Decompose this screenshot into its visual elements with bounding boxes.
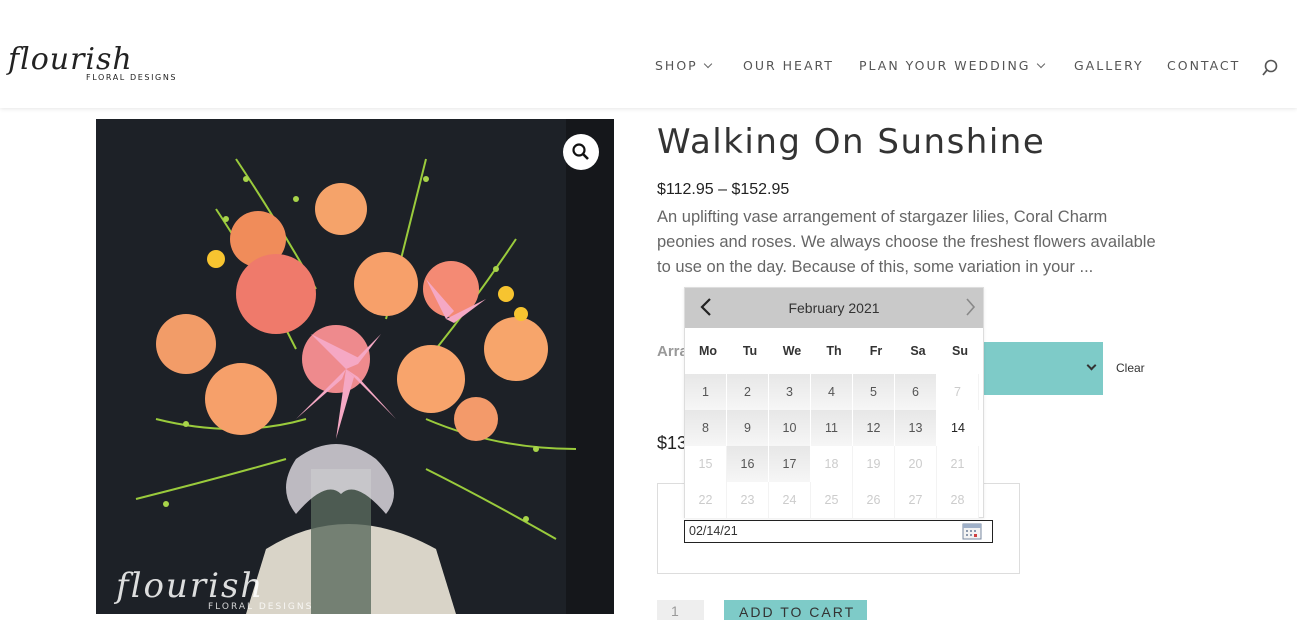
calendar-day: 19 [853, 446, 895, 482]
calendar-day: 27 [895, 482, 937, 518]
weekday-header: Mo [698, 344, 718, 358]
arrangement-select[interactable] [976, 342, 1103, 395]
calendar-day[interactable]: 12 [853, 410, 895, 446]
calendar-day[interactable]: 1 [685, 374, 727, 410]
datepicker: February 2021 Mo Tu We Th Fr Sa Su 1 2 3 4 5 6 7 8 9 10… [684, 287, 984, 518]
calendar-day[interactable]: 10 [769, 410, 811, 446]
calendar-day[interactable]: 11 [811, 410, 853, 446]
watermark-subtitle: FLORAL DESIGNS [208, 602, 314, 612]
weekday-header: Tu [742, 344, 758, 358]
delivery-date-input[interactable]: 02/14/21 [684, 520, 993, 543]
clear-link[interactable]: Clear [1116, 361, 1145, 375]
product-description: An uplifting vase arrangement of stargaz… [657, 208, 1156, 276]
main-nav: SHOP OUR HEART PLAN YOUR WEDDING GALLERY… [0, 58, 1297, 76]
chevron-down-icon [703, 59, 712, 69]
nav-item-label: GALLERY [1074, 58, 1144, 73]
calendar-day[interactable]: 6 [895, 374, 937, 410]
calendar-day[interactable]: 9 [727, 410, 769, 446]
nav-item-label: OUR HEART [743, 58, 834, 73]
product-title: Walking On Sunshine [657, 122, 1046, 162]
flower-arrangement-illustration [96, 119, 614, 614]
site-header: flourish FLORAL DESIGNS SHOP OUR HEART P… [0, 0, 1297, 108]
price-range: $112.95 – $152.95 [657, 181, 790, 198]
calendar-day: 26 [853, 482, 895, 518]
product-image[interactable]: flourish FLORAL DESIGNS [96, 119, 614, 614]
calendar-day: 28 [937, 482, 979, 518]
chevron-down-icon [1036, 59, 1045, 69]
nav-item-our-heart[interactable]: OUR HEART [743, 58, 834, 73]
calendar-day: 20 [895, 446, 937, 482]
calendar-day: 25 [811, 482, 853, 518]
chevron-down-icon [1086, 360, 1097, 371]
weekday-header: Fr [869, 344, 883, 358]
calendar-day: 15 [685, 446, 727, 482]
weekday-header: Th [826, 344, 842, 358]
image-watermark: flourish FLORAL DESIGNS [116, 566, 336, 614]
weekday-header: Sa [910, 344, 926, 358]
nav-item-shop[interactable]: SHOP [655, 58, 712, 73]
chevron-left-icon [700, 298, 711, 316]
weekday-header: Su [952, 344, 968, 358]
nav-item-label: CONTACT [1167, 58, 1241, 73]
calendar-day: 22 [685, 482, 727, 518]
calendar-day: 21 [937, 446, 979, 482]
calendar-day[interactable]: 8 [685, 410, 727, 446]
watermark-script: flourish [116, 566, 265, 606]
search-icon[interactable] [1262, 59, 1278, 77]
quantity-input[interactable]: 1 [657, 600, 704, 620]
calendar-day[interactable]: 2 [727, 374, 769, 410]
nav-item-label: SHOP [655, 58, 698, 73]
calendar-day[interactable]: 16 [727, 446, 769, 482]
calendar-day[interactable]: 3 [769, 374, 811, 410]
calendar-day[interactable]: 5 [853, 374, 895, 410]
nav-item-gallery[interactable]: GALLERY [1074, 58, 1144, 73]
calendar-day[interactable]: 17 [769, 446, 811, 482]
calendar-day: 7 [937, 374, 979, 410]
calendar-day[interactable]: 14 [937, 410, 979, 446]
calendar-icon[interactable] [962, 522, 982, 540]
weekday-header: We [782, 344, 802, 358]
calendar-day[interactable]: 4 [811, 374, 853, 410]
chevron-right-icon [966, 298, 976, 316]
calendar-day: 23 [727, 482, 769, 518]
variation-price: $13 [657, 433, 688, 453]
prev-month-button[interactable] [697, 296, 717, 318]
next-month-button[interactable] [961, 296, 981, 318]
add-to-cart-button[interactable]: ADD TO CART [724, 600, 867, 620]
datepicker-month: February 2021 [788, 300, 880, 316]
zoom-button[interactable] [563, 134, 599, 170]
magnifier-icon [572, 143, 589, 160]
calendar-day: 24 [769, 482, 811, 518]
calendar-day[interactable]: 13 [895, 410, 937, 446]
nav-item-contact[interactable]: CONTACT [1167, 58, 1240, 73]
nav-item-label: PLAN YOUR WEDDING [859, 58, 1031, 73]
nav-item-plan-your-wedding[interactable]: PLAN YOUR WEDDING [859, 58, 1045, 73]
calendar-day: 18 [811, 446, 853, 482]
